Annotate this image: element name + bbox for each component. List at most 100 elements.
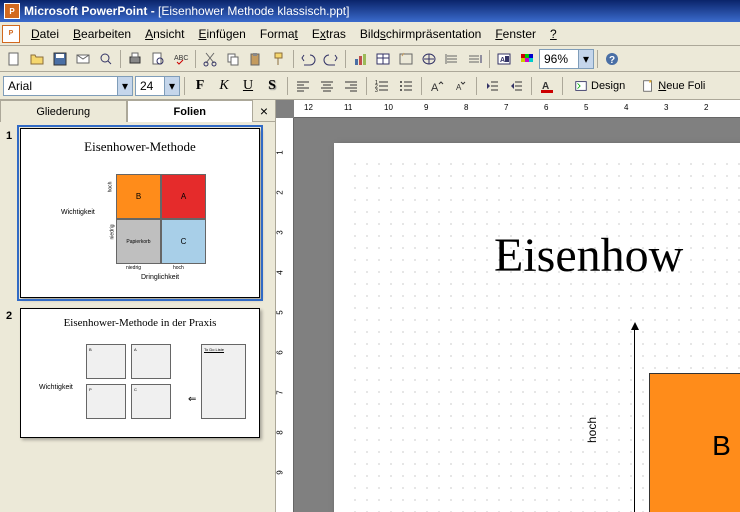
tables-borders-button[interactable]	[395, 48, 417, 70]
slide1-xhigh: hoch	[173, 265, 184, 271]
y-axis	[634, 328, 635, 512]
ruler-tick: 3	[664, 103, 668, 112]
separator	[597, 50, 598, 68]
separator	[366, 77, 367, 95]
canvas-viewport[interactable]: Eisenhow hoch B	[294, 118, 740, 512]
tab-gliederung[interactable]: Gliederung	[0, 100, 127, 122]
slide-canvas[interactable]: Eisenhow hoch B	[334, 143, 740, 512]
separator	[287, 77, 288, 95]
preview-button[interactable]	[147, 48, 169, 70]
increase-font-button[interactable]: A	[426, 75, 448, 97]
undo-button[interactable]	[297, 48, 319, 70]
new-button[interactable]	[3, 48, 25, 70]
tab-close-button[interactable]: ×	[253, 100, 275, 122]
vertical-ruler[interactable]: 1 2 3 4 5 6 7 8 9	[276, 118, 294, 512]
menu-datei[interactable]: Datei	[24, 24, 66, 44]
copy-button[interactable]	[222, 48, 244, 70]
print-button[interactable]	[124, 48, 146, 70]
spell-button[interactable]: ABC	[170, 48, 192, 70]
slide-thumb-1[interactable]: Eisenhower-Methode Wichtigkeit hoch nied…	[20, 128, 260, 298]
ruler-tick: 5	[276, 310, 285, 314]
help-button[interactable]: ?	[601, 48, 623, 70]
paste-button[interactable]	[245, 48, 267, 70]
color-button[interactable]	[516, 48, 538, 70]
slides-panel: Gliederung Folien × 1 Eisenhower-Methode…	[0, 100, 276, 512]
new-slide-button[interactable]: * Neue Foli	[634, 75, 712, 97]
separator	[421, 77, 422, 95]
increase-indent-button[interactable]	[505, 75, 527, 97]
design-button[interactable]: Design	[567, 75, 632, 97]
font-combo[interactable]: Arial ▾	[3, 76, 133, 96]
main-quadrant-b[interactable]: B	[649, 373, 740, 512]
ruler-tick: 2	[704, 103, 708, 112]
menu-hilfe[interactable]: ?	[543, 24, 564, 44]
zoom-value: 96%	[540, 52, 572, 66]
tab-folien[interactable]: Folien	[127, 100, 254, 122]
separator	[195, 50, 196, 68]
search-button[interactable]	[95, 48, 117, 70]
menu-extras[interactable]: Extras	[305, 24, 353, 44]
ruler-tick: 4	[276, 270, 285, 274]
design-label: Design	[591, 80, 625, 92]
menu-einfuegen[interactable]: Einfügen	[191, 24, 252, 44]
expand-button[interactable]	[441, 48, 463, 70]
menu-ansicht[interactable]: Ansicht	[138, 24, 191, 44]
shadow-button[interactable]: S	[261, 75, 283, 97]
align-left-button[interactable]	[292, 75, 314, 97]
underline-button[interactable]: U	[237, 75, 259, 97]
cut-button[interactable]	[199, 48, 221, 70]
hyperlink-button[interactable]	[418, 48, 440, 70]
dropdown-arrow-icon[interactable]: ▾	[117, 77, 132, 95]
format-painter-button[interactable]	[268, 48, 290, 70]
menu-format[interactable]: Format	[253, 24, 305, 44]
menu-bearbeiten[interactable]: Bearbeiten	[66, 24, 138, 44]
dropdown-arrow-icon[interactable]: ▾	[578, 50, 593, 68]
ruler-tick: 6	[276, 350, 285, 354]
ruler-tick: 3	[276, 230, 285, 234]
bullets-button[interactable]	[395, 75, 417, 97]
redo-button[interactable]	[320, 48, 342, 70]
thumb-row-2: 2 Eisenhower-Methode in der Praxis Wicht…	[6, 308, 269, 438]
align-right-button[interactable]	[340, 75, 362, 97]
titlebar: P Microsoft PowerPoint - [Eisenhower Met…	[0, 0, 740, 22]
grayscale-button[interactable]: A	[493, 48, 515, 70]
menu-bildschirm[interactable]: Bildschirmpräsentation	[353, 24, 488, 44]
s2-box-b: B	[86, 344, 126, 379]
align-center-button[interactable]	[316, 75, 338, 97]
chart-button[interactable]	[349, 48, 371, 70]
ruler-tick: 9	[276, 470, 285, 474]
decrease-indent-button[interactable]	[481, 75, 503, 97]
slide-thumb-2[interactable]: Eisenhower-Methode in der Praxis Wichtig…	[20, 308, 260, 438]
svg-text:*: *	[649, 80, 652, 87]
table-button[interactable]	[372, 48, 394, 70]
dropdown-arrow-icon[interactable]: ▾	[164, 77, 179, 95]
thumbnails[interactable]: 1 Eisenhower-Methode Wichtigkeit hoch ni…	[0, 122, 275, 512]
show-formatting-button[interactable]	[464, 48, 486, 70]
menu-fenster[interactable]: Fenster	[488, 24, 543, 44]
s2-box-a: A	[131, 344, 171, 379]
quadrant-a: A	[161, 174, 206, 219]
doc-icon[interactable]: P	[2, 25, 20, 43]
italic-button[interactable]: K	[213, 75, 235, 97]
hoch-label: hoch	[585, 417, 599, 443]
font-name: Arial	[4, 79, 36, 93]
menubar: P Datei Bearbeiten Ansicht Einfügen Form…	[0, 22, 740, 46]
separator	[476, 77, 477, 95]
open-button[interactable]	[26, 48, 48, 70]
slide-number: 2	[6, 308, 20, 438]
main-slide-title[interactable]: Eisenhow	[494, 228, 683, 283]
svg-text:A: A	[456, 83, 462, 92]
bold-button[interactable]: F	[189, 75, 211, 97]
ruler-tick: 4	[624, 103, 628, 112]
mail-button[interactable]	[72, 48, 94, 70]
numbering-button[interactable]: 123	[371, 75, 393, 97]
horizontal-ruler[interactable]: 12 11 10 9 8 7 6 5 4 3 2	[294, 100, 740, 118]
svg-text:A: A	[431, 82, 439, 94]
font-size-combo[interactable]: 24 ▾	[135, 76, 180, 96]
save-button[interactable]	[49, 48, 71, 70]
font-color-button[interactable]: A	[536, 75, 558, 97]
decrease-font-button[interactable]: A	[450, 75, 472, 97]
zoom-combo[interactable]: 96% ▾	[539, 49, 594, 69]
ruler-tick: 5	[584, 103, 588, 112]
s2-todo: To Do Liste	[201, 344, 246, 419]
